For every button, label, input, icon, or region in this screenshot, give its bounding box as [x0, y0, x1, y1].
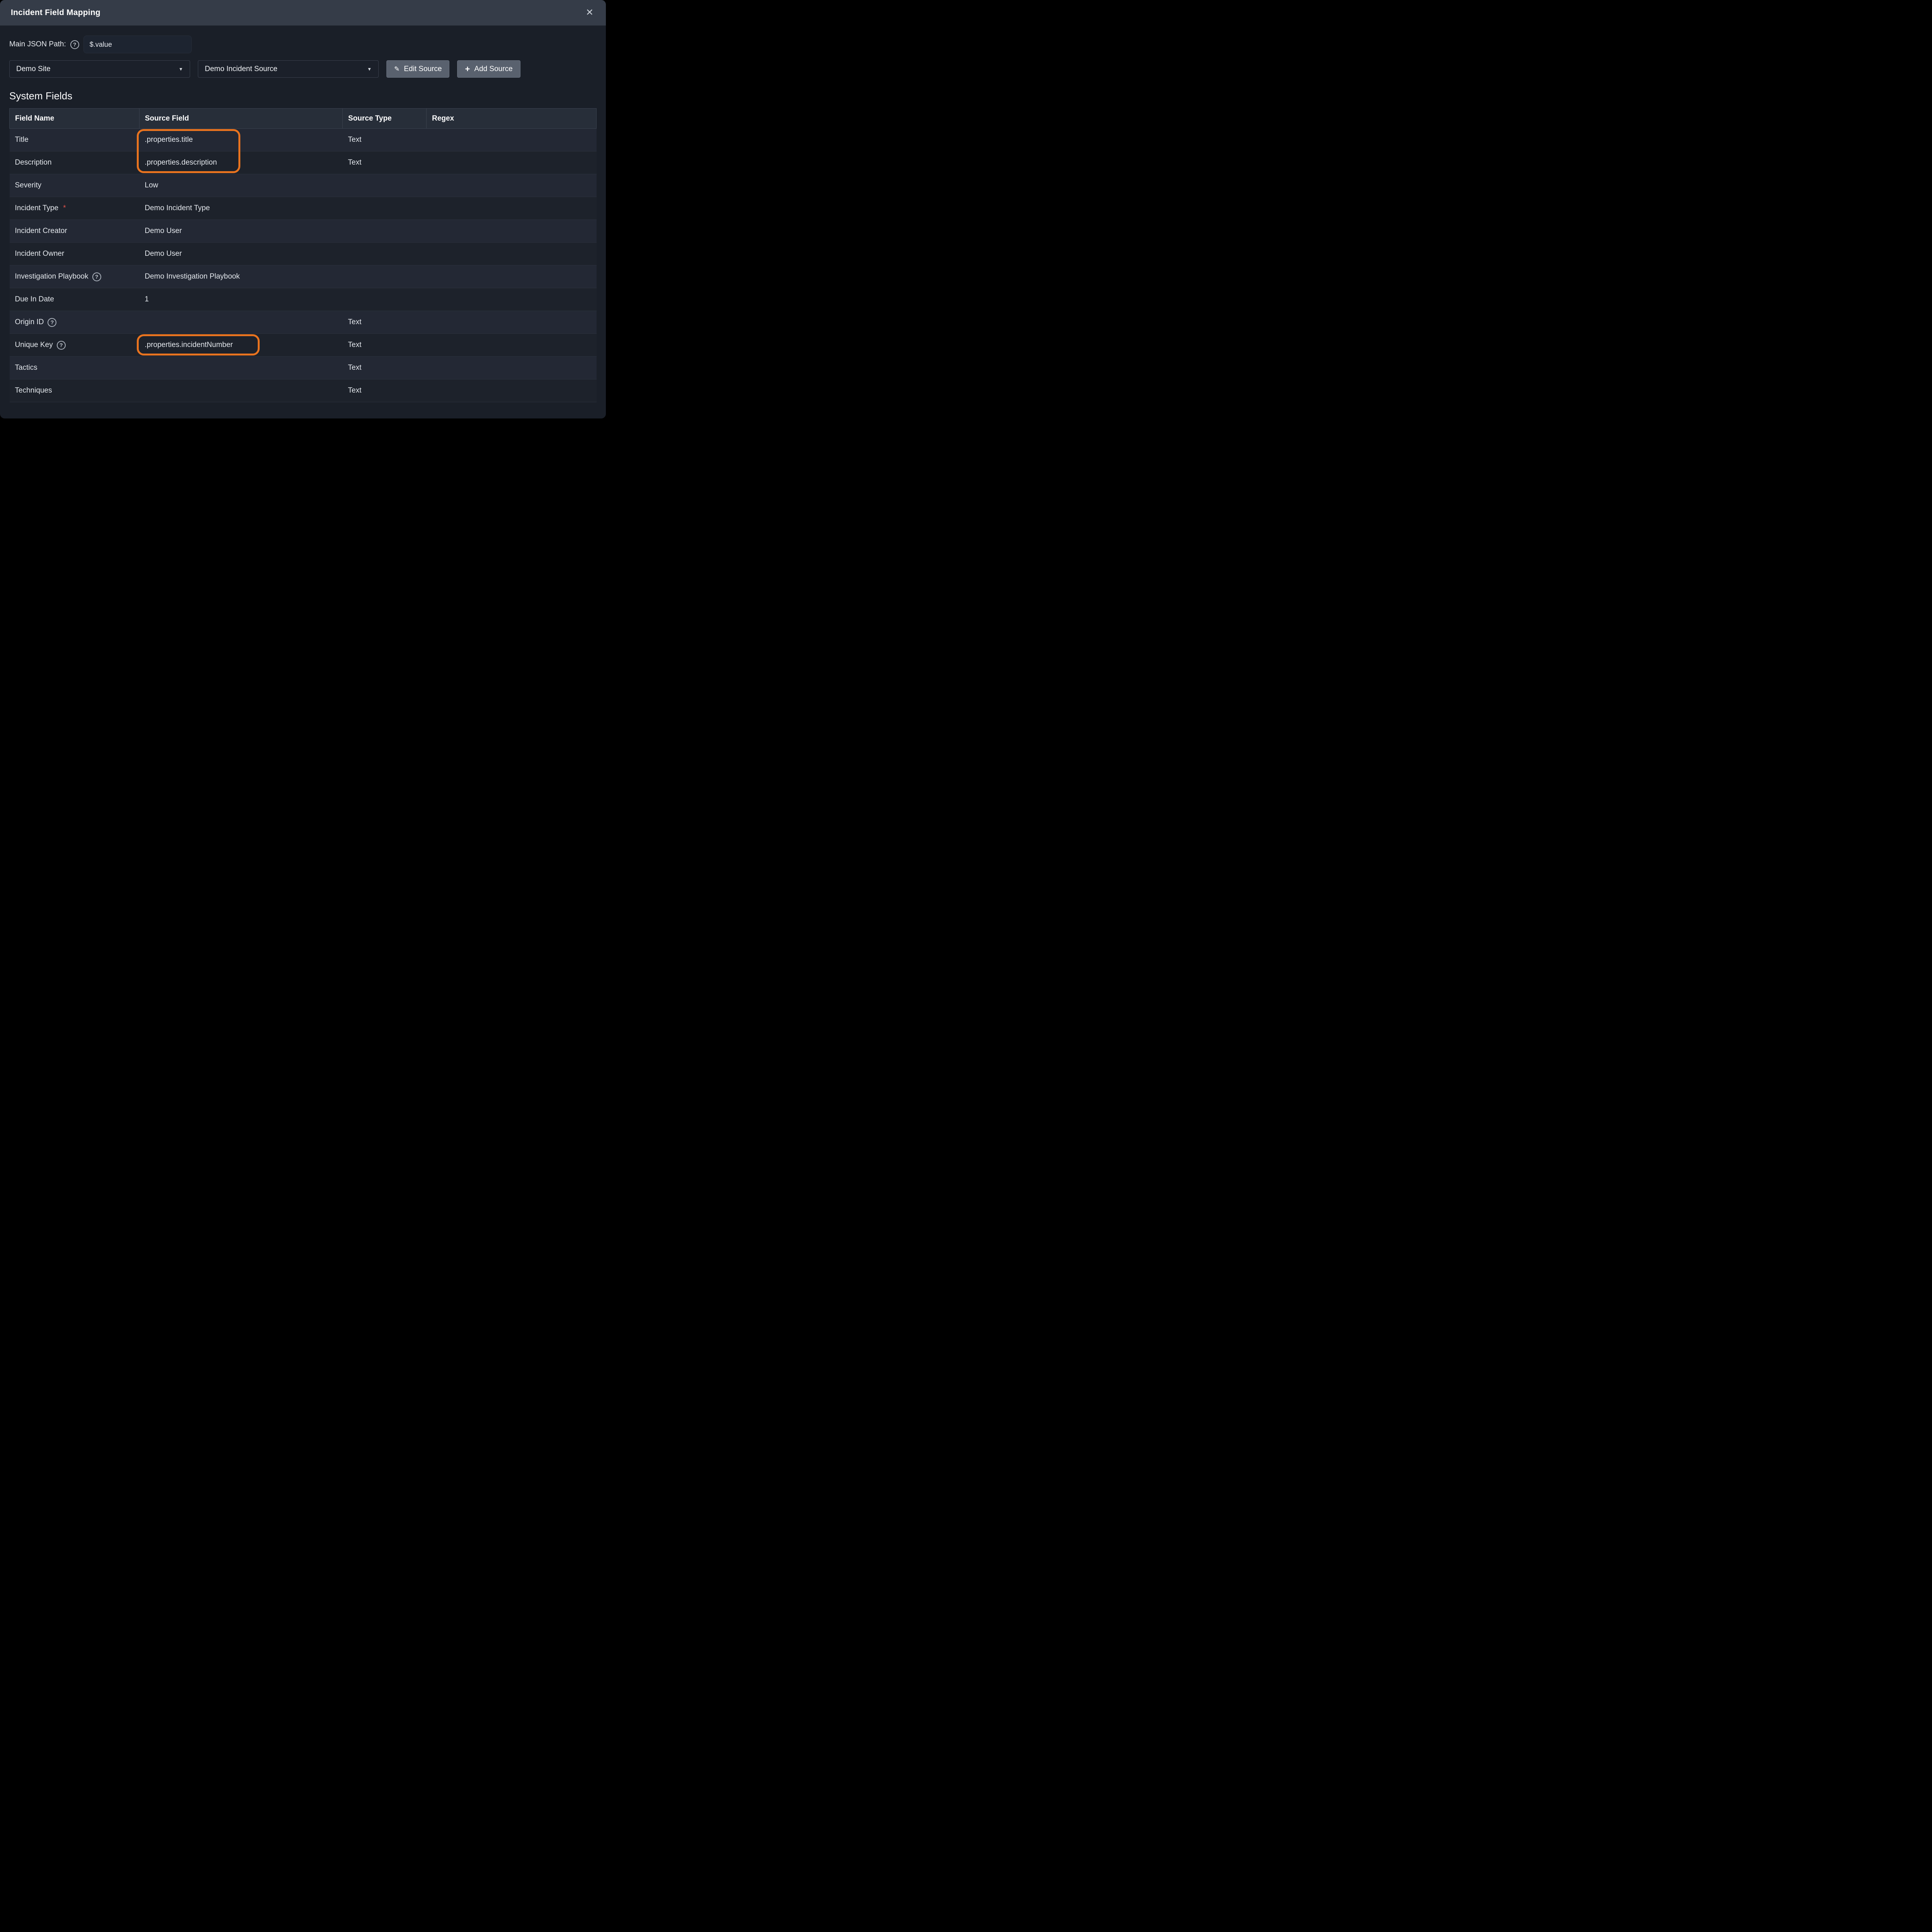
source-type-cell[interactable] — [343, 220, 427, 243]
table-row: Description .properties.description Text — [10, 151, 597, 174]
edit-source-label: Edit Source — [404, 65, 442, 73]
column-header-source-field: Source Field — [139, 109, 343, 129]
table-row: Severity Low — [10, 174, 597, 197]
modal-header: Incident Field Mapping ✕ — [0, 0, 606, 26]
table-row: Investigation Playbook ? Demo Investigat… — [10, 265, 597, 288]
source-type-cell[interactable]: Text — [343, 357, 427, 379]
field-name-cell: Tactics — [10, 357, 139, 379]
regex-cell[interactable] — [427, 243, 597, 265]
field-name-cell: Incident Type * — [10, 197, 139, 220]
field-name-cell: Due In Date — [10, 288, 139, 311]
field-name-label: Unique Key — [15, 341, 53, 349]
regex-cell[interactable] — [427, 151, 597, 174]
source-type-cell[interactable]: Text — [343, 379, 427, 402]
modal-content: Main JSON Path: ? Demo Site ▼ Demo Incid… — [0, 26, 606, 402]
source-type-cell[interactable] — [343, 197, 427, 220]
close-icon[interactable]: ✕ — [584, 7, 595, 19]
pencil-icon: ✎ — [394, 66, 400, 72]
add-source-label: Add Source — [474, 65, 512, 73]
help-icon[interactable]: ? — [48, 318, 56, 327]
regex-cell[interactable] — [427, 288, 597, 311]
table-row: Unique Key ? .properties.incidentNumber … — [10, 334, 597, 357]
site-select[interactable]: Demo Site ▼ — [9, 60, 190, 78]
source-field-cell[interactable]: Demo User — [139, 220, 343, 243]
field-name-cell: Description — [10, 151, 139, 174]
field-name-cell: Incident Owner — [10, 243, 139, 265]
source-type-cell[interactable]: Text — [343, 151, 427, 174]
column-header-regex: Regex — [427, 109, 597, 129]
regex-cell[interactable] — [427, 357, 597, 379]
modal-title: Incident Field Mapping — [11, 8, 100, 17]
table-row: Due In Date 1 — [10, 288, 597, 311]
table-row: Incident Creator Demo User — [10, 220, 597, 243]
incident-field-mapping-modal: Incident Field Mapping ✕ Main JSON Path:… — [0, 0, 606, 418]
system-fields-table: Field Name Source Field Source Type Rege… — [9, 108, 597, 402]
table-header-row: Field Name Source Field Source Type Rege… — [10, 109, 597, 129]
section-title: System Fields — [9, 90, 597, 102]
column-header-source-type: Source Type — [343, 109, 427, 129]
json-path-help-icon[interactable]: ? — [70, 40, 79, 49]
incident-source-select-value: Demo Incident Source — [205, 65, 277, 73]
source-field-cell[interactable]: Demo Investigation Playbook — [139, 265, 343, 288]
add-source-button[interactable]: + Add Source — [457, 60, 520, 78]
source-field-cell[interactable]: Demo User — [139, 243, 343, 265]
table-row: Techniques Text — [10, 379, 597, 402]
source-field-cell[interactable]: Low — [139, 174, 343, 197]
regex-cell[interactable] — [427, 174, 597, 197]
regex-cell[interactable] — [427, 197, 597, 220]
plus-icon: + — [465, 65, 470, 73]
regex-cell[interactable] — [427, 220, 597, 243]
source-type-cell[interactable] — [343, 243, 427, 265]
source-type-cell[interactable]: Text — [343, 129, 427, 151]
source-field-cell[interactable]: .properties.incidentNumber — [139, 334, 343, 357]
help-icon[interactable]: ? — [57, 341, 66, 350]
source-type-cell[interactable] — [343, 288, 427, 311]
source-field-cell[interactable] — [139, 379, 343, 402]
source-field-cell[interactable]: 1 — [139, 288, 343, 311]
regex-cell[interactable] — [427, 334, 597, 357]
source-type-cell[interactable] — [343, 174, 427, 197]
required-marker: * — [63, 204, 66, 213]
regex-cell[interactable] — [427, 129, 597, 151]
source-field-cell[interactable]: .properties.description — [139, 151, 343, 174]
column-header-field-name: Field Name — [10, 109, 139, 129]
chevron-down-icon: ▼ — [179, 66, 183, 72]
field-name-label: Investigation Playbook — [15, 272, 88, 281]
json-path-row: Main JSON Path: ? — [9, 36, 597, 53]
field-name-label: Incident Type — [15, 204, 59, 213]
source-controls-row: Demo Site ▼ Demo Incident Source ▼ ✎ Edi… — [9, 60, 597, 78]
field-name-cell: Title — [10, 129, 139, 151]
json-path-label: Main JSON Path: — [9, 40, 66, 49]
source-field-cell[interactable] — [139, 311, 343, 334]
source-type-cell[interactable] — [343, 265, 427, 288]
field-name-cell: Investigation Playbook ? — [10, 265, 139, 288]
field-name-cell: Unique Key ? — [10, 334, 139, 357]
field-name-cell: Severity — [10, 174, 139, 197]
regex-cell[interactable] — [427, 379, 597, 402]
field-name-cell: Techniques — [10, 379, 139, 402]
field-name-cell: Incident Creator — [10, 220, 139, 243]
table-row: Title .properties.title Text — [10, 129, 597, 151]
source-type-cell[interactable]: Text — [343, 334, 427, 357]
site-select-value: Demo Site — [16, 65, 51, 73]
source-field-cell[interactable]: Demo Incident Type — [139, 197, 343, 220]
field-name-cell: Origin ID ? — [10, 311, 139, 334]
field-name-label: Origin ID — [15, 318, 44, 327]
incident-source-select[interactable]: Demo Incident Source ▼ — [198, 60, 379, 78]
regex-cell[interactable] — [427, 265, 597, 288]
regex-cell[interactable] — [427, 311, 597, 334]
source-field-cell[interactable] — [139, 357, 343, 379]
help-icon[interactable]: ? — [92, 272, 101, 281]
table-row: Incident Type * Demo Incident Type — [10, 197, 597, 220]
table-row: Origin ID ? Text — [10, 311, 597, 334]
table-row: Tactics Text — [10, 357, 597, 379]
table-row: Incident Owner Demo User — [10, 243, 597, 265]
edit-source-button[interactable]: ✎ Edit Source — [386, 60, 449, 78]
source-field-cell[interactable]: .properties.title — [139, 129, 343, 151]
source-type-cell[interactable]: Text — [343, 311, 427, 334]
chevron-down-icon: ▼ — [367, 66, 372, 72]
json-path-input[interactable] — [83, 36, 192, 53]
